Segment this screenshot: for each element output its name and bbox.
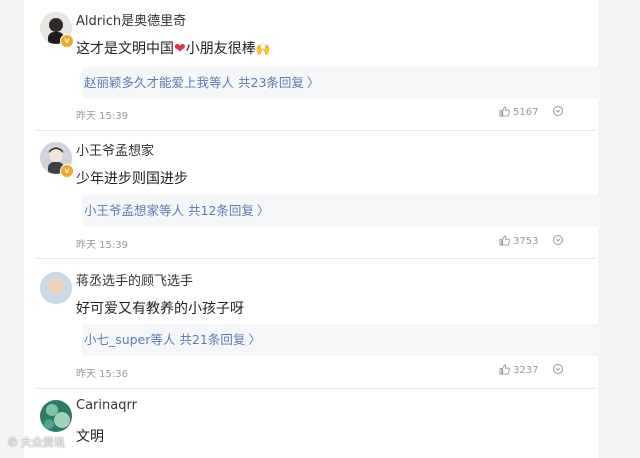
like-count: 3753 — [513, 236, 539, 247]
comment-timestamp: 昨天 15:36 — [76, 369, 128, 380]
like-count: 3237 — [513, 365, 539, 376]
comment-timestamp: 昨天 15:39 — [76, 240, 128, 251]
watermark: ✆ 大众资讯 — [8, 436, 65, 449]
circle-options-icon — [553, 235, 563, 245]
more-options-button[interactable] — [552, 363, 564, 378]
comment-text: 这才是文明中国❤小朋友很棒🙌 — [76, 38, 271, 58]
comment-username[interactable]: Aldrich是奥德里奇 — [76, 10, 186, 29]
comment-text-part: 这才是文明中国 — [76, 41, 174, 57]
verified-badge-icon: v — [60, 164, 74, 178]
comment-username[interactable]: 小王爷孟想家 — [76, 140, 154, 159]
left-page-margin — [0, 0, 24, 458]
like-button[interactable]: 5167 — [499, 106, 538, 118]
watermark-text: 大众资讯 — [20, 436, 65, 449]
raised-hands-emoji-icon: 🙌 — [255, 42, 271, 56]
comment-username[interactable]: 蒋丞选手的顾飞选手 — [76, 270, 193, 289]
comment-text: 文明 — [76, 429, 104, 445]
right-page-margin — [598, 0, 640, 458]
like-count: 5167 — [513, 107, 539, 118]
avatar[interactable] — [40, 272, 72, 304]
divider — [36, 258, 596, 259]
thumbs-up-icon — [499, 364, 510, 375]
reply-summary-link[interactable]: 小七_super等人 共21条回复〉 — [82, 324, 602, 356]
thumbs-up-icon — [499, 235, 510, 246]
reply-summary-link[interactable]: 小王爷孟想家等人 共12条回复〉 — [82, 195, 602, 227]
more-options-button[interactable] — [552, 105, 564, 120]
reply-users[interactable]: 赵丽颖多久才能爱上我等人 — [84, 75, 234, 90]
circle-options-icon — [553, 106, 563, 116]
reply-count[interactable]: 共23条回复 — [238, 75, 304, 90]
chevron-right-icon: 〉 — [248, 332, 261, 347]
comment-timestamp: 昨天 15:39 — [76, 111, 128, 122]
thumbs-up-icon — [499, 106, 510, 117]
comment-text: 少年进步则国进步 — [76, 171, 188, 187]
reply-users[interactable]: 小王爷孟想家等人 — [84, 203, 184, 218]
reply-users[interactable]: 小七_super等人 — [84, 332, 175, 347]
chevron-right-icon: 〉 — [306, 75, 320, 90]
like-button[interactable]: 3237 — [499, 364, 538, 376]
more-options-button[interactable] — [552, 234, 564, 249]
reply-summary-link[interactable]: 赵丽颖多久才能爱上我等人 共23条回复〉 — [82, 67, 602, 99]
heart-emoji-icon: ❤ — [174, 41, 186, 57]
like-button[interactable]: 3753 — [499, 235, 538, 247]
comment-text-part: 小朋友很棒 — [185, 41, 256, 57]
verified-badge-icon: v — [60, 34, 74, 48]
comment-username[interactable]: Carinaqrr — [76, 398, 137, 413]
chevron-right-icon: 〉 — [256, 203, 270, 218]
reply-count[interactable]: 共12条回复 — [188, 203, 254, 218]
avatar[interactable] — [40, 400, 72, 432]
comment-text: 好可爱又有教养的小孩子呀 — [76, 301, 244, 317]
circle-options-icon — [553, 364, 563, 374]
divider — [36, 388, 596, 389]
divider — [36, 130, 596, 131]
reply-count[interactable]: 共21条回复 — [179, 332, 245, 347]
